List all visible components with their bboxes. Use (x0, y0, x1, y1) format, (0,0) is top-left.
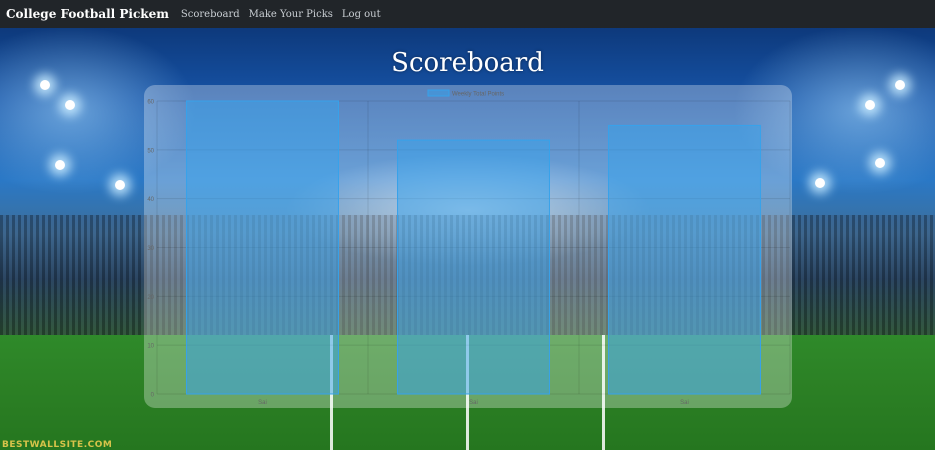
watermark-text: BESTWALLSITE.COM (2, 440, 113, 450)
y-tick-label: 30 (147, 246, 154, 252)
legend-swatch (427, 89, 450, 97)
stadium-light (815, 178, 825, 188)
scoreboard-chart: 0 10 20 30 40 50 60 Sai Sai Sai Weekly Total Point… (147, 89, 791, 406)
y-tick-label: 20 (147, 295, 154, 301)
y-tick-label: 60 (147, 100, 154, 106)
x-tick-label: Sai (469, 400, 478, 406)
stadium-light (55, 160, 65, 170)
nav-link-make-your-picks[interactable]: Make Your Picks (249, 9, 333, 20)
y-tick-label: 50 (147, 148, 154, 154)
bar (397, 139, 550, 395)
legend-label: Weekly Total Points (452, 92, 504, 98)
nav-link-scoreboard[interactable]: Scoreboard (181, 9, 240, 20)
y-tick-label: 0 (151, 393, 155, 399)
brand-link[interactable]: College Football Pickem (6, 7, 169, 21)
stadium-light (895, 80, 905, 90)
x-tick-label: Sai (258, 400, 267, 406)
bar (186, 100, 339, 395)
stadium-light (115, 180, 125, 190)
bar (608, 124, 761, 395)
nav-link-log-out[interactable]: Log out (342, 9, 381, 20)
y-tick-label: 40 (147, 197, 154, 203)
x-tick-label: Sai (680, 400, 689, 406)
stadium-light (875, 158, 885, 168)
page-title: Scoreboard (391, 48, 544, 78)
navbar: College Football Pickem Scoreboard Make … (0, 0, 935, 28)
page: BESTWALLSITE.COM College Football Pickem… (0, 0, 935, 450)
stadium-light (865, 100, 875, 110)
stadium-light (65, 100, 75, 110)
stadium-light (40, 80, 50, 90)
y-tick-label: 10 (147, 344, 154, 350)
